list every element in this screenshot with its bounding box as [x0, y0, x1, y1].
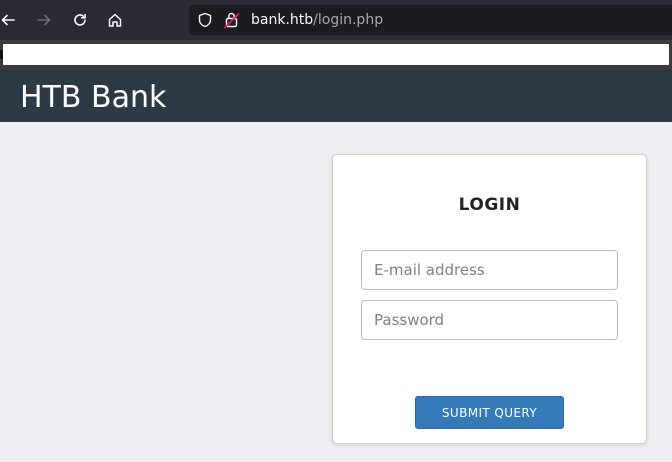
reload-icon: [72, 12, 88, 28]
back-button[interactable]: [0, 7, 21, 33]
forward-button[interactable]: [31, 7, 57, 33]
strip-edge: [0, 50, 3, 59]
home-icon: [107, 12, 123, 28]
bookmarks-strip: [0, 40, 672, 70]
email-field[interactable]: [361, 250, 618, 290]
site-header: HTB Bank: [0, 70, 672, 122]
url-host: bank.htb: [251, 12, 314, 28]
submit-button[interactable]: SUBMIT QUERY: [415, 396, 564, 429]
password-field[interactable]: [361, 300, 618, 340]
shield-icon[interactable]: [197, 12, 213, 32]
login-heading: LOGIN: [458, 195, 521, 215]
home-button[interactable]: [102, 7, 128, 33]
blank-bar: [3, 44, 669, 65]
reload-button[interactable]: [67, 7, 93, 33]
address-bar[interactable]: bank.htb/login.php: [189, 5, 672, 35]
arrow-left-icon: [0, 12, 16, 28]
lock-warning-icon[interactable]: [224, 11, 240, 33]
arrow-right-icon: [36, 12, 52, 28]
browser-toolbar: bank.htb/login.php: [0, 0, 672, 40]
url-path: /login.php: [313, 12, 384, 28]
site-title[interactable]: HTB Bank: [20, 80, 166, 116]
url-text[interactable]: bank.htb/login.php: [251, 11, 383, 29]
login-panel: LOGIN SUBMIT QUERY: [332, 154, 647, 444]
